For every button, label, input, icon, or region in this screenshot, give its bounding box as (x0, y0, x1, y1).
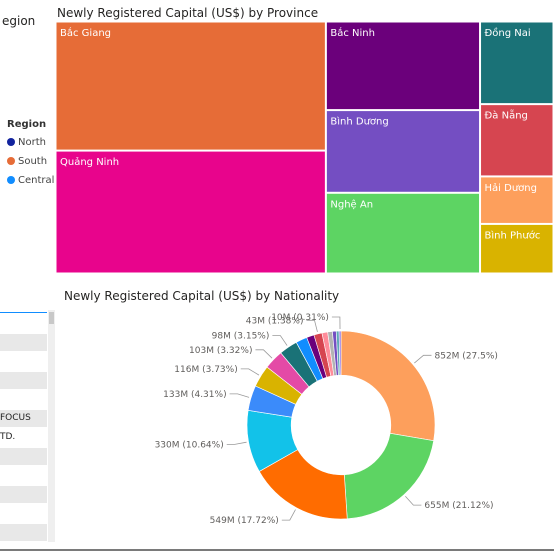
treemap-visual: Bắc Giang Quảng Ninh Bắc Ninh Bình Dương Ngh… (54, 0, 554, 282)
donut-leader-line (414, 354, 432, 364)
table-row[interactable] (0, 543, 47, 560)
table-header-underline (0, 312, 47, 313)
table-row[interactable] (0, 315, 47, 332)
table-row[interactable] (0, 334, 47, 351)
treemap-tile[interactable] (56, 22, 325, 150)
donut-data-label: 852M (27.5%) (435, 351, 498, 361)
donut-visual: 852M (27.5%) 655M (21.12%) 549M (17.72%) 33… (58, 284, 554, 554)
treemap-title: Newly Registered Capital (US$) by Provin… (57, 6, 319, 20)
donut-leader-line (281, 509, 296, 521)
table-row[interactable] (0, 353, 47, 370)
donut-data-label: 10M (0.31%) (271, 313, 329, 323)
legend-dot-central (7, 176, 15, 184)
treemap-tile-label: Đồng Nai (485, 27, 531, 39)
table-row[interactable] (0, 448, 47, 465)
legend-title: Region (7, 119, 47, 130)
donut-leader-line (255, 349, 273, 359)
donut-leader-line (331, 316, 341, 330)
donut-data-label: 103M (3.32%) (189, 346, 252, 356)
donut-data-label: 549M (17.72%) (210, 516, 279, 526)
legend-label-central: Central (18, 175, 55, 186)
treemap-tile-label: Hải Dương (485, 182, 537, 194)
region-slicer-title: egion (2, 14, 36, 28)
treemap-tile[interactable] (56, 151, 325, 273)
treemap-tile-label: Đà Nẵng (485, 109, 528, 122)
donut-data-label: 133M (4.31%) (163, 390, 226, 400)
table-scrollbar[interactable] (48, 310, 55, 542)
left-table: FOCUS TD. (0, 290, 58, 554)
table-row[interactable] (0, 486, 47, 503)
donut-data-label: 98M (3.15%) (212, 332, 270, 342)
donut-slice[interactable] (343, 432, 435, 520)
donut-leader-line (405, 495, 422, 506)
legend-dot-north (7, 138, 15, 146)
treemap-tile-label: Nghệ An (330, 198, 373, 210)
legend-label-south: South (18, 156, 48, 167)
donut-data-label: 330M (10.64%) (155, 440, 224, 450)
donut-chart: 852M (27.5%) 655M (21.12%) 549M (17.72%) 33… (155, 313, 498, 526)
donut-title: Newly Registered Capital (US$) by Nation… (64, 289, 340, 303)
table-row[interactable] (0, 372, 47, 389)
region-slicer: egion Region North South Central (0, 0, 54, 280)
legend-dot-south (7, 157, 15, 165)
treemap-tile-label: Quảng Ninh (60, 156, 119, 168)
table-row[interactable] (0, 505, 47, 522)
legend-item-north[interactable]: North (7, 137, 46, 148)
legend-label-north: North (18, 137, 46, 148)
treemap-tile-label: Bình Phước (485, 229, 541, 241)
treemap-tile-label: Bắc Ninh (330, 26, 375, 39)
treemap-tile-label: Bắc Giang (60, 26, 111, 39)
donut-leader-line (272, 335, 288, 346)
legend-item-central[interactable]: Central (7, 175, 54, 186)
table-scrollbar-thumb[interactable] (49, 312, 54, 324)
donut-data-label: 655M (21.12%) (424, 501, 493, 511)
donut-leader-line (240, 368, 260, 376)
table-row[interactable]: FOCUS (0, 410, 47, 427)
table-row[interactable] (0, 467, 47, 484)
donut-data-label: 116M (3.73%) (174, 365, 237, 375)
legend-item-south[interactable]: South (7, 156, 47, 167)
donut-leader-line (226, 441, 247, 445)
treemap-tile-label: Bình Dương (330, 116, 388, 128)
table-row[interactable]: TD. (0, 429, 47, 446)
table-row[interactable] (0, 524, 47, 541)
treemap-chart: Bắc Giang Quảng Ninh Bắc Ninh Bình Dương Ngh… (56, 22, 553, 273)
page-bottom-divider (0, 549, 554, 551)
donut-slice[interactable] (340, 330, 436, 442)
donut-leader-line (229, 393, 250, 398)
table-row[interactable] (0, 391, 47, 408)
